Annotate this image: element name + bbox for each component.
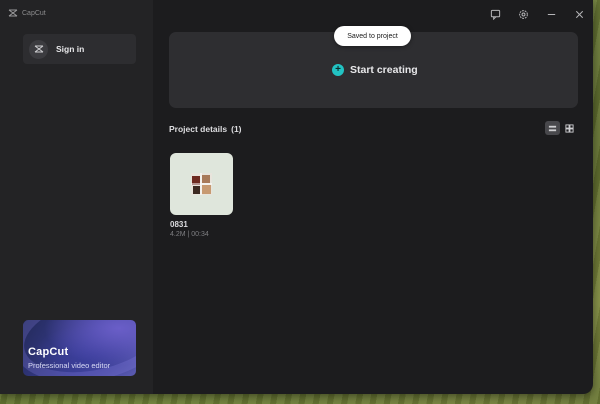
capcut-logo-icon (8, 9, 18, 17)
list-view-icon (548, 125, 557, 131)
app-name: CapCut (22, 9, 46, 17)
saved-toast: Saved to project (334, 26, 411, 46)
grid-view-button[interactable] (562, 121, 577, 135)
grid-view-icon (565, 123, 574, 133)
minimize-button[interactable] (537, 0, 565, 28)
capcut-logo-icon (34, 45, 43, 53)
project-name: 0831 (170, 220, 188, 229)
minimize-icon (547, 13, 555, 15)
project-meta: 4.2M | 00:34 (170, 231, 209, 238)
titlebar-controls (481, 0, 593, 28)
sign-in-button[interactable]: Sign in (23, 34, 136, 64)
app-brand: CapCut (8, 8, 46, 18)
project-details-heading: Project details (1) (169, 124, 242, 134)
sidebar: CapCut Sign in CapCut Professional video… (0, 0, 153, 394)
project-thumbnail (170, 153, 233, 215)
settings-button[interactable] (509, 0, 537, 28)
section-title: Project details (169, 124, 228, 134)
project-card[interactable]: 0831 4.2M | 00:34 (170, 153, 233, 238)
list-view-button[interactable] (545, 121, 560, 135)
close-button[interactable] (565, 0, 593, 28)
plus-icon: + (332, 64, 344, 76)
promo-banner[interactable]: CapCut Professional video editor (23, 320, 136, 376)
view-toggle (545, 121, 577, 135)
capcut-window: CapCut Sign in CapCut Professional video… (0, 0, 593, 394)
sign-in-label: Sign in (56, 44, 85, 54)
start-creating-label: Start creating (350, 64, 418, 76)
project-count: (1) (231, 124, 242, 134)
promo-title: CapCut (28, 346, 69, 358)
avatar (29, 39, 48, 59)
close-icon (575, 10, 583, 18)
settings-icon (518, 9, 528, 19)
thumbnail-image (191, 173, 212, 195)
start-creating-button[interactable]: + Start creating (332, 64, 418, 76)
promo-subtitle: Professional video editor (28, 361, 111, 370)
feedback-icon (490, 9, 500, 20)
feedback-button[interactable] (481, 0, 509, 28)
